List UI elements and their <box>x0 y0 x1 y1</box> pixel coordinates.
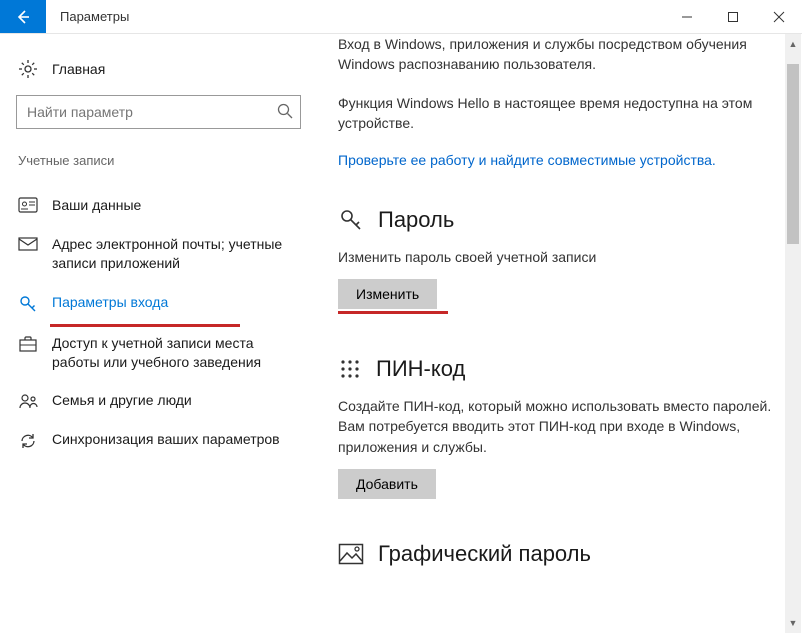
minimize-button[interactable] <box>664 0 710 34</box>
key-icon <box>338 207 364 233</box>
close-icon <box>773 11 785 23</box>
nav-item-sync[interactable]: Синхронизация ваших параметров <box>16 420 302 461</box>
nav-item-your-info[interactable]: Ваши данные <box>16 186 302 225</box>
nav-item-family[interactable]: Семья и другие люди <box>16 381 302 420</box>
nav-item-signin-options[interactable]: Параметры входа <box>16 283 302 324</box>
password-title: Пароль <box>378 207 454 233</box>
hello-description-1: Вход в Windows, приложения и службы поср… <box>338 34 776 75</box>
sidebar: Главная Учетные записи <box>0 34 318 633</box>
people-icon <box>18 392 38 410</box>
window-title: Параметры <box>46 0 664 33</box>
scrollbar[interactable]: ▲ ▼ <box>785 34 801 633</box>
home-label: Главная <box>52 61 105 77</box>
category-label: Учетные записи <box>16 153 302 168</box>
nav-item-work-access[interactable]: Доступ к учетной записи места работы или… <box>16 324 302 382</box>
nav-label: Доступ к учетной записи места работы или… <box>52 334 298 372</box>
back-button[interactable] <box>0 0 46 33</box>
nav-label: Ваши данные <box>52 196 298 215</box>
nav-item-email-accounts[interactable]: Адрес электронной почты; учетные записи … <box>16 225 302 283</box>
close-button[interactable] <box>756 0 802 34</box>
scrollbar-thumb[interactable] <box>787 64 799 244</box>
nav-label: Параметры входа <box>52 293 298 312</box>
scroll-down-arrow[interactable]: ▼ <box>785 615 801 631</box>
sync-icon <box>18 431 38 451</box>
pin-description: Создайте ПИН-код, который можно использо… <box>338 396 776 457</box>
annotation-underline <box>338 311 448 314</box>
mail-icon <box>18 236 38 252</box>
nav-label: Семья и другие люди <box>52 391 298 410</box>
change-password-button[interactable]: Изменить <box>338 279 437 309</box>
main-panel: Вход в Windows, приложения и службы поср… <box>318 34 802 633</box>
annotation-underline <box>50 324 240 327</box>
password-description: Изменить пароль своей учетной записи <box>338 247 776 267</box>
password-section: Пароль Изменить пароль своей учетной зап… <box>338 207 776 314</box>
nav-label: Адрес электронной почты; учетные записи … <box>52 235 298 273</box>
search-input[interactable] <box>16 95 301 129</box>
pin-title: ПИН-код <box>376 356 465 382</box>
hello-link[interactable]: Проверьте ее работу и найдите совместимы… <box>338 151 776 171</box>
keypad-icon <box>338 357 362 381</box>
key-icon <box>18 294 38 314</box>
maximize-icon <box>727 11 739 23</box>
minimize-icon <box>681 11 693 23</box>
picture-password-title: Графический пароль <box>378 541 591 567</box>
arrow-left-icon <box>13 7 33 27</box>
gear-icon <box>18 59 38 79</box>
scroll-up-arrow[interactable]: ▲ <box>785 36 801 52</box>
titlebar: Параметры <box>0 0 802 34</box>
content-area: Главная Учетные записи <box>0 34 802 633</box>
pin-section: ПИН-код Создайте ПИН-код, который можно … <box>338 356 776 499</box>
add-pin-button[interactable]: Добавить <box>338 469 436 499</box>
maximize-button[interactable] <box>710 0 756 34</box>
nav-label: Синхронизация ваших параметров <box>52 430 298 449</box>
id-card-icon <box>18 197 38 213</box>
hello-description-2: Функция Windows Hello в настоящее время … <box>338 93 776 134</box>
picture-password-section: Графический пароль <box>338 541 776 567</box>
image-icon <box>338 543 364 565</box>
search-box <box>16 95 302 129</box>
home-button[interactable]: Главная <box>16 52 302 95</box>
window-controls <box>664 0 802 33</box>
briefcase-icon <box>18 335 38 353</box>
